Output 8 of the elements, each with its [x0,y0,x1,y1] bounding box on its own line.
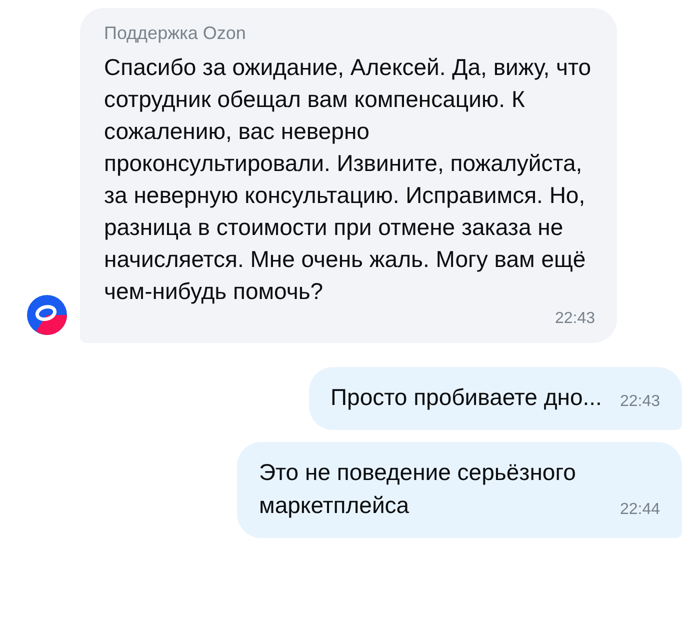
message-time: 22:43 [620,392,660,412]
avatar-icon [27,295,67,335]
message-text: Спасибо за ожидание, Алексей. Да, вижу, что сотрудник обещал вам компенсацию. К сожалению, вас неверно проконсультировали. Извините, пожалуйста, за неверную консультацию. Исправимся. Но, разница в стоимости при отмене заказа не начисляется. Мне очень жаль. Могу вам ещё чем-нибудь помочь? [104,53,592,306]
sender-name: Поддержка Ozon [104,22,247,45]
message-text: Это не поведение серьёзного маркетплейса [259,458,577,520]
message-time: 22:44 [620,500,660,520]
message-text: Просто пробиваете дно... [330,383,602,412]
message-time: 22:43 [554,309,595,329]
